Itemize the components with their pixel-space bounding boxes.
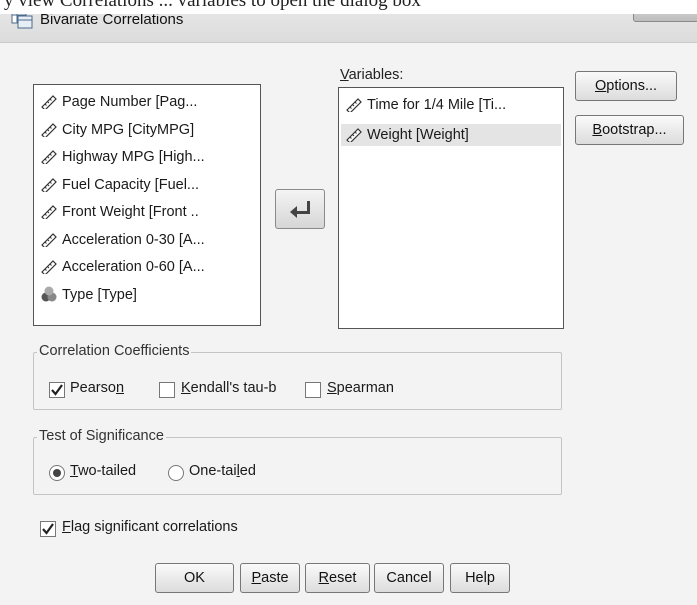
pearson-checkbox[interactable]: [49, 382, 65, 398]
source-variable-item-label: Type [Type]: [62, 286, 137, 303]
correlation-coefficients-title: Correlation Coefficients: [37, 343, 192, 359]
help-button[interactable]: Help: [450, 563, 510, 593]
source-variable-item[interactable]: Type [Type]: [40, 284, 137, 306]
ruler-scale-icon: [40, 176, 58, 194]
source-variable-item[interactable]: Front Weight [Front ..: [40, 201, 199, 223]
target-variable-item-label: Weight [Weight]: [367, 127, 469, 143]
options-button[interactable]: Options...: [575, 71, 677, 101]
target-variable-item[interactable]: Weight [Weight]: [341, 124, 561, 146]
source-variable-item-label: Front Weight [Front ..: [62, 204, 199, 220]
ruler-scale-icon: [40, 121, 58, 139]
spearman-checkbox[interactable]: [305, 382, 321, 398]
checkmark-icon: [51, 384, 63, 396]
move-variable-button[interactable]: [275, 189, 325, 229]
source-variable-list[interactable]: Page Number [Pag... City MPG [CityMPG] Hig…: [33, 84, 261, 326]
kendall-checkbox[interactable]: [159, 382, 175, 398]
source-variable-item-label: Fuel Capacity [Fuel...: [62, 176, 199, 193]
pearson-label[interactable]: Pearson: [70, 380, 124, 396]
source-variable-item[interactable]: Acceleration 0-60 [A...: [40, 256, 205, 278]
nominal-icon: [40, 286, 58, 302]
kendall-label[interactable]: Kendall's tau-b: [181, 380, 276, 396]
test-of-significance-title: Test of Significance: [37, 428, 166, 444]
source-variable-item-label: City MPG [CityMPG]: [62, 121, 195, 138]
ruler-scale-icon: [40, 148, 58, 166]
ruler-scale-icon: [40, 231, 58, 249]
source-variable-item[interactable]: Page Number [Pag...: [40, 91, 197, 113]
source-variable-item-label: Acceleration 0-30 [A...: [62, 231, 205, 248]
source-variable-item[interactable]: Acceleration 0-30 [A...: [40, 229, 205, 251]
target-variable-item[interactable]: Time for 1/4 Mile [Ti...: [345, 94, 506, 116]
source-variable-item-label: Highway MPG [High...: [62, 149, 205, 165]
two-tailed-radio[interactable]: [49, 465, 65, 481]
ruler-scale-icon: [345, 126, 363, 144]
cancel-button[interactable]: Cancel: [374, 563, 444, 593]
target-variable-item-label: Time for 1/4 Mile [Ti...: [367, 97, 507, 113]
ruler-scale-icon: [40, 93, 58, 111]
two-tailed-label[interactable]: Two-tailed: [70, 463, 136, 479]
bivariate-correlations-dialog: Bivariate Correlations x Page Number [Pa…: [0, 0, 697, 605]
ruler-scale-icon: [40, 203, 58, 221]
one-tailed-label[interactable]: One-tailed: [189, 463, 256, 479]
source-variable-item-label: Page Number [Pag...: [62, 94, 198, 110]
ruler-scale-icon: [40, 258, 58, 276]
page-caption: y view Correlations ... variables to ope…: [4, 0, 421, 11]
source-variable-item[interactable]: Highway MPG [High...: [40, 146, 205, 168]
paste-button[interactable]: Paste: [240, 563, 300, 593]
target-variable-list[interactable]: Time for 1/4 Mile [Ti... Weight [Weight]: [338, 87, 564, 329]
ruler-scale-icon: [345, 96, 363, 114]
source-variable-item[interactable]: City MPG [CityMPG]: [40, 119, 194, 141]
flag-significant-checkbox[interactable]: [40, 521, 56, 537]
bootstrap-button[interactable]: Bootstrap...: [575, 115, 684, 145]
flag-significant-label[interactable]: Flag significant correlations: [62, 519, 238, 535]
page-caption-strip: y view Correlations ... variables to ope…: [0, 0, 697, 14]
source-variable-item[interactable]: Fuel Capacity [Fuel...: [40, 174, 199, 196]
one-tailed-radio[interactable]: [168, 465, 184, 481]
move-arrow-icon: [290, 201, 310, 218]
ok-button[interactable]: OK: [155, 563, 234, 593]
spearman-label[interactable]: Spearman: [327, 380, 394, 396]
source-variable-item-label: Acceleration 0-60 [A...: [62, 259, 205, 275]
reset-button[interactable]: Reset: [305, 563, 370, 593]
checkmark-icon: [42, 523, 54, 535]
variables-label: Variables:: [340, 67, 404, 83]
